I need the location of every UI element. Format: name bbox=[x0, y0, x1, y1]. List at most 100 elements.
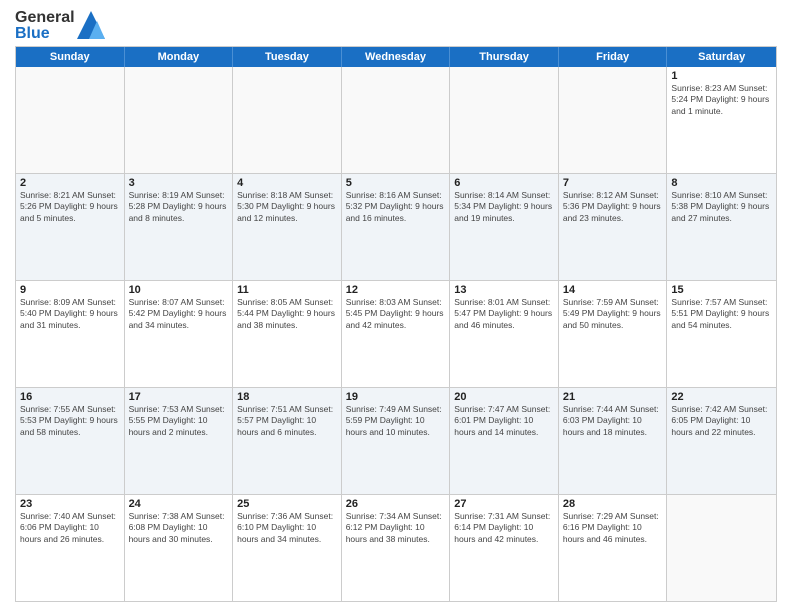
day-number: 19 bbox=[346, 391, 446, 403]
day-number: 22 bbox=[671, 391, 772, 403]
calendar: SundayMondayTuesdayWednesdayThursdayFrid… bbox=[15, 46, 777, 602]
day-info: Sunrise: 7:29 AM Sunset: 6:16 PM Dayligh… bbox=[563, 511, 663, 545]
weekday-header-saturday: Saturday bbox=[667, 47, 776, 67]
day-number: 3 bbox=[129, 177, 229, 189]
day-number: 17 bbox=[129, 391, 229, 403]
day-info: Sunrise: 8:12 AM Sunset: 5:36 PM Dayligh… bbox=[563, 190, 663, 224]
day-cell-21: 21Sunrise: 7:44 AM Sunset: 6:03 PM Dayli… bbox=[559, 388, 668, 494]
day-info: Sunrise: 7:34 AM Sunset: 6:12 PM Dayligh… bbox=[346, 511, 446, 545]
day-info: Sunrise: 8:10 AM Sunset: 5:38 PM Dayligh… bbox=[671, 190, 772, 224]
empty-cell-r0c0 bbox=[16, 67, 125, 173]
weekday-header-tuesday: Tuesday bbox=[233, 47, 342, 67]
day-number: 14 bbox=[563, 284, 663, 296]
day-cell-15: 15Sunrise: 7:57 AM Sunset: 5:51 PM Dayli… bbox=[667, 281, 776, 387]
day-cell-3: 3Sunrise: 8:19 AM Sunset: 5:28 PM Daylig… bbox=[125, 174, 234, 280]
logo: General Blue bbox=[15, 10, 105, 42]
empty-cell-r0c3 bbox=[342, 67, 451, 173]
day-info: Sunrise: 8:16 AM Sunset: 5:32 PM Dayligh… bbox=[346, 190, 446, 224]
calendar-row-3: 16Sunrise: 7:55 AM Sunset: 5:53 PM Dayli… bbox=[16, 387, 776, 494]
day-info: Sunrise: 7:42 AM Sunset: 6:05 PM Dayligh… bbox=[671, 404, 772, 438]
day-number: 13 bbox=[454, 284, 554, 296]
day-info: Sunrise: 8:18 AM Sunset: 5:30 PM Dayligh… bbox=[237, 190, 337, 224]
day-cell-22: 22Sunrise: 7:42 AM Sunset: 6:05 PM Dayli… bbox=[667, 388, 776, 494]
day-cell-28: 28Sunrise: 7:29 AM Sunset: 6:16 PM Dayli… bbox=[559, 495, 668, 601]
day-cell-10: 10Sunrise: 8:07 AM Sunset: 5:42 PM Dayli… bbox=[125, 281, 234, 387]
weekday-header-sunday: Sunday bbox=[16, 47, 125, 67]
weekday-header-thursday: Thursday bbox=[450, 47, 559, 67]
day-number: 16 bbox=[20, 391, 120, 403]
day-number: 6 bbox=[454, 177, 554, 189]
day-info: Sunrise: 7:49 AM Sunset: 5:59 PM Dayligh… bbox=[346, 404, 446, 438]
day-cell-6: 6Sunrise: 8:14 AM Sunset: 5:34 PM Daylig… bbox=[450, 174, 559, 280]
day-number: 12 bbox=[346, 284, 446, 296]
day-info: Sunrise: 8:03 AM Sunset: 5:45 PM Dayligh… bbox=[346, 297, 446, 331]
day-number: 15 bbox=[671, 284, 772, 296]
day-info: Sunrise: 7:59 AM Sunset: 5:49 PM Dayligh… bbox=[563, 297, 663, 331]
calendar-body: 1Sunrise: 8:23 AM Sunset: 5:24 PM Daylig… bbox=[16, 67, 776, 601]
day-number: 1 bbox=[671, 70, 772, 82]
day-info: Sunrise: 8:01 AM Sunset: 5:47 PM Dayligh… bbox=[454, 297, 554, 331]
logo-icon bbox=[77, 11, 105, 41]
day-number: 2 bbox=[20, 177, 120, 189]
day-number: 7 bbox=[563, 177, 663, 189]
day-number: 11 bbox=[237, 284, 337, 296]
day-info: Sunrise: 8:19 AM Sunset: 5:28 PM Dayligh… bbox=[129, 190, 229, 224]
day-cell-14: 14Sunrise: 7:59 AM Sunset: 5:49 PM Dayli… bbox=[559, 281, 668, 387]
day-cell-18: 18Sunrise: 7:51 AM Sunset: 5:57 PM Dayli… bbox=[233, 388, 342, 494]
day-cell-25: 25Sunrise: 7:36 AM Sunset: 6:10 PM Dayli… bbox=[233, 495, 342, 601]
day-cell-9: 9Sunrise: 8:09 AM Sunset: 5:40 PM Daylig… bbox=[16, 281, 125, 387]
day-cell-13: 13Sunrise: 8:01 AM Sunset: 5:47 PM Dayli… bbox=[450, 281, 559, 387]
day-number: 28 bbox=[563, 498, 663, 510]
day-info: Sunrise: 8:05 AM Sunset: 5:44 PM Dayligh… bbox=[237, 297, 337, 331]
day-cell-20: 20Sunrise: 7:47 AM Sunset: 6:01 PM Dayli… bbox=[450, 388, 559, 494]
day-number: 24 bbox=[129, 498, 229, 510]
day-number: 25 bbox=[237, 498, 337, 510]
day-cell-27: 27Sunrise: 7:31 AM Sunset: 6:14 PM Dayli… bbox=[450, 495, 559, 601]
day-number: 18 bbox=[237, 391, 337, 403]
day-cell-24: 24Sunrise: 7:38 AM Sunset: 6:08 PM Dayli… bbox=[125, 495, 234, 601]
day-cell-16: 16Sunrise: 7:55 AM Sunset: 5:53 PM Dayli… bbox=[16, 388, 125, 494]
day-info: Sunrise: 7:38 AM Sunset: 6:08 PM Dayligh… bbox=[129, 511, 229, 545]
day-number: 10 bbox=[129, 284, 229, 296]
day-info: Sunrise: 7:31 AM Sunset: 6:14 PM Dayligh… bbox=[454, 511, 554, 545]
day-number: 23 bbox=[20, 498, 120, 510]
weekday-header-wednesday: Wednesday bbox=[342, 47, 451, 67]
day-info: Sunrise: 8:23 AM Sunset: 5:24 PM Dayligh… bbox=[671, 83, 772, 117]
day-cell-5: 5Sunrise: 8:16 AM Sunset: 5:32 PM Daylig… bbox=[342, 174, 451, 280]
logo-blue: Blue bbox=[15, 26, 75, 42]
empty-cell-r0c2 bbox=[233, 67, 342, 173]
day-info: Sunrise: 7:47 AM Sunset: 6:01 PM Dayligh… bbox=[454, 404, 554, 438]
logo-general: General bbox=[15, 10, 75, 26]
day-number: 21 bbox=[563, 391, 663, 403]
calendar-row-1: 2Sunrise: 8:21 AM Sunset: 5:26 PM Daylig… bbox=[16, 173, 776, 280]
day-number: 4 bbox=[237, 177, 337, 189]
empty-cell-r0c4 bbox=[450, 67, 559, 173]
calendar-header: SundayMondayTuesdayWednesdayThursdayFrid… bbox=[16, 47, 776, 67]
day-cell-23: 23Sunrise: 7:40 AM Sunset: 6:06 PM Dayli… bbox=[16, 495, 125, 601]
day-cell-7: 7Sunrise: 8:12 AM Sunset: 5:36 PM Daylig… bbox=[559, 174, 668, 280]
day-number: 27 bbox=[454, 498, 554, 510]
day-cell-2: 2Sunrise: 8:21 AM Sunset: 5:26 PM Daylig… bbox=[16, 174, 125, 280]
day-info: Sunrise: 8:09 AM Sunset: 5:40 PM Dayligh… bbox=[20, 297, 120, 331]
day-number: 9 bbox=[20, 284, 120, 296]
empty-cell-r0c5 bbox=[559, 67, 668, 173]
header: General Blue bbox=[15, 10, 777, 42]
day-info: Sunrise: 7:57 AM Sunset: 5:51 PM Dayligh… bbox=[671, 297, 772, 331]
day-cell-17: 17Sunrise: 7:53 AM Sunset: 5:55 PM Dayli… bbox=[125, 388, 234, 494]
empty-cell-r4c6 bbox=[667, 495, 776, 601]
weekday-header-monday: Monday bbox=[125, 47, 234, 67]
day-info: Sunrise: 8:14 AM Sunset: 5:34 PM Dayligh… bbox=[454, 190, 554, 224]
day-cell-8: 8Sunrise: 8:10 AM Sunset: 5:38 PM Daylig… bbox=[667, 174, 776, 280]
page: General Blue SundayMondayTuesdayWednesda… bbox=[0, 0, 792, 612]
day-info: Sunrise: 8:07 AM Sunset: 5:42 PM Dayligh… bbox=[129, 297, 229, 331]
calendar-row-4: 23Sunrise: 7:40 AM Sunset: 6:06 PM Dayli… bbox=[16, 494, 776, 601]
empty-cell-r0c1 bbox=[125, 67, 234, 173]
day-info: Sunrise: 7:53 AM Sunset: 5:55 PM Dayligh… bbox=[129, 404, 229, 438]
day-number: 20 bbox=[454, 391, 554, 403]
calendar-row-0: 1Sunrise: 8:23 AM Sunset: 5:24 PM Daylig… bbox=[16, 67, 776, 173]
day-number: 5 bbox=[346, 177, 446, 189]
calendar-row-2: 9Sunrise: 8:09 AM Sunset: 5:40 PM Daylig… bbox=[16, 280, 776, 387]
day-info: Sunrise: 7:36 AM Sunset: 6:10 PM Dayligh… bbox=[237, 511, 337, 545]
day-cell-12: 12Sunrise: 8:03 AM Sunset: 5:45 PM Dayli… bbox=[342, 281, 451, 387]
day-info: Sunrise: 8:21 AM Sunset: 5:26 PM Dayligh… bbox=[20, 190, 120, 224]
